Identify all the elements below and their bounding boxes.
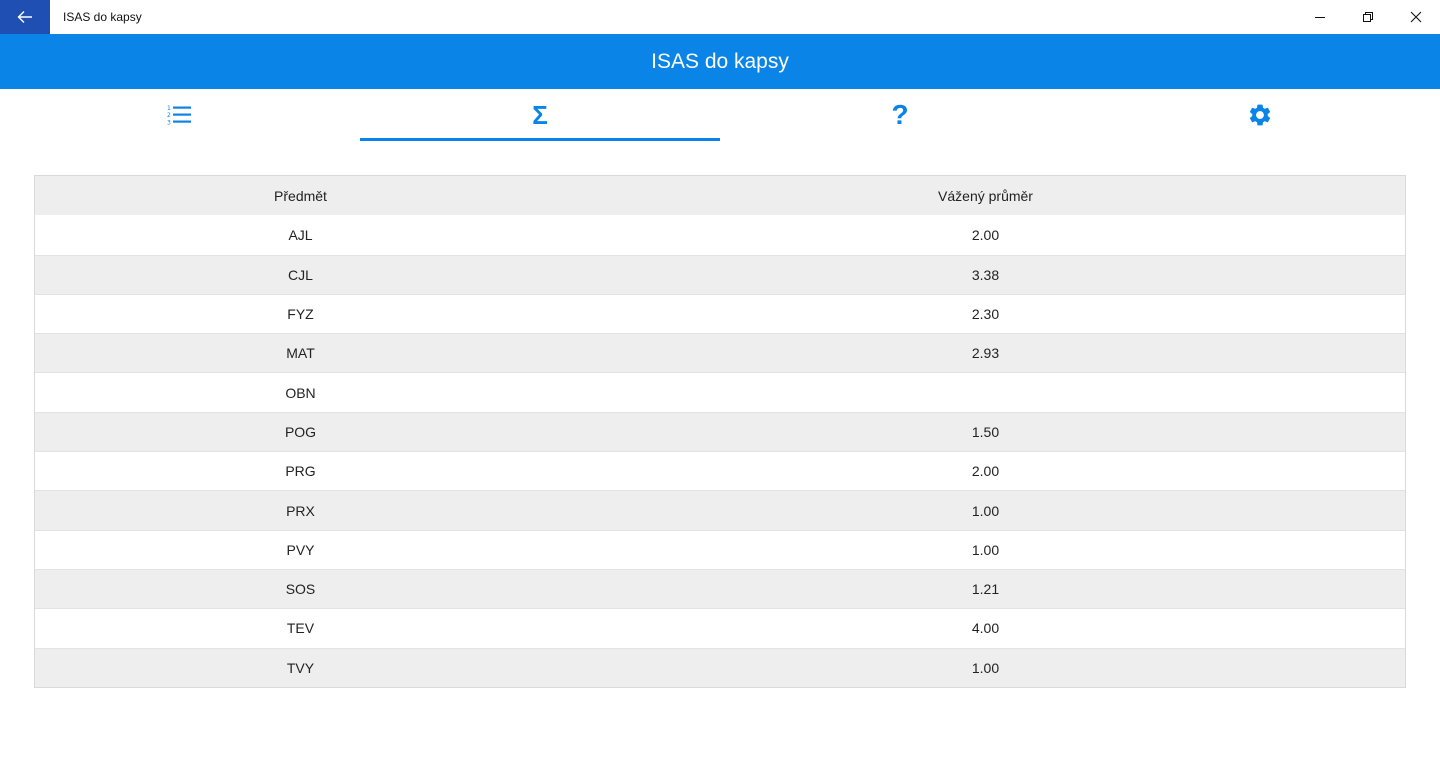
tab-list[interactable]: 1 2 3 [0, 89, 360, 143]
minimize-icon [1315, 17, 1325, 18]
page-title: ISAS do kapsy [651, 49, 789, 73]
sigma-icon: Σ [532, 100, 548, 130]
weighted-average-cell: 4.00 [971, 620, 1000, 637]
weighted-average-cell: 1.00 [971, 541, 1000, 558]
tab-settings[interactable] [1080, 89, 1440, 143]
subject-cell: MAT [286, 345, 315, 362]
table-row: OBN [35, 372, 1405, 411]
gear-icon [1249, 104, 1271, 126]
table-row: POG 1.50 [35, 411, 1405, 452]
weighted-average-cell: 1.00 [971, 659, 1000, 676]
subject-cell: POG [284, 423, 317, 440]
back-button[interactable] [0, 0, 50, 34]
tab-help[interactable]: ? [720, 89, 1080, 143]
table-row: CJL 3.38 [35, 254, 1405, 294]
weighted-average-cell: 1.00 [971, 502, 1000, 519]
subject-cell: FYZ [287, 306, 314, 323]
weighted-average-cell: 2.00 [971, 463, 1000, 480]
column-header-weighted-average: Vážený průměr [938, 187, 1033, 204]
subject-cell: TVY [286, 659, 315, 676]
svg-text:2: 2 [167, 112, 171, 119]
app-header: ISAS do kapsy [0, 34, 1440, 89]
column-header-subject: Předmět [274, 187, 327, 204]
tab-bar: 1 2 3 Σ ? [0, 89, 1440, 143]
restore-button[interactable] [1344, 0, 1392, 34]
table-row: MAT 2.93 [35, 333, 1405, 373]
table-row: TVY 1.00 [35, 647, 1405, 687]
svg-text:3: 3 [167, 120, 171, 127]
table-row: SOS 1.21 [35, 568, 1405, 609]
subject-cell: PRG [285, 463, 316, 480]
close-button[interactable] [1392, 0, 1440, 34]
averages-table: Předmět Vážený průměr AJL 2.00 CJL 3.38 FYZ 2… [34, 175, 1406, 688]
svg-text:1: 1 [167, 105, 171, 112]
table-row: PRG 2.00 [35, 451, 1405, 490]
weighted-average-cell: 1.21 [971, 581, 1000, 598]
subject-cell: SOS [285, 581, 316, 598]
restore-icon [1363, 12, 1373, 22]
subject-cell: TEV [286, 620, 315, 637]
weighted-average-cell: 3.38 [971, 266, 1000, 283]
subject-cell: OBN [285, 384, 316, 401]
table-header: Předmět Vážený průměr [35, 176, 1405, 216]
numbered-list-icon: 1 2 3 [167, 105, 191, 127]
table-body: AJL 2.00 CJL 3.38 FYZ 2.30 MAT 2.93 OBN POG 1.50 PR… [35, 215, 1405, 687]
weighted-average-cell: 2.93 [971, 345, 1000, 362]
title-bar: ISAS do kapsy [0, 0, 1440, 34]
weighted-average-cell: 2.00 [971, 226, 1000, 243]
subject-cell: PVY [286, 541, 315, 558]
weighted-average-cell: 2.30 [971, 306, 1000, 323]
arrow-left-icon [17, 11, 32, 23]
table-row: PVY 1.00 [35, 529, 1405, 569]
window-title: ISAS do kapsy [63, 10, 142, 24]
table-row: PRX 1.00 [35, 490, 1405, 530]
close-icon [1410, 11, 1422, 23]
window-controls [1296, 0, 1440, 34]
help-icon: ? [891, 99, 909, 130]
table-row: AJL 2.00 [35, 215, 1405, 254]
subject-cell: AJL [288, 226, 313, 243]
weighted-average-cell: 1.50 [971, 423, 1000, 440]
table-row: FYZ 2.30 [35, 293, 1405, 333]
subject-cell: PRX [286, 502, 315, 519]
table-row: TEV 4.00 [35, 608, 1405, 647]
tab-averages[interactable]: Σ [360, 89, 720, 143]
subject-cell: CJL [288, 266, 313, 283]
minimize-button[interactable] [1296, 0, 1344, 34]
